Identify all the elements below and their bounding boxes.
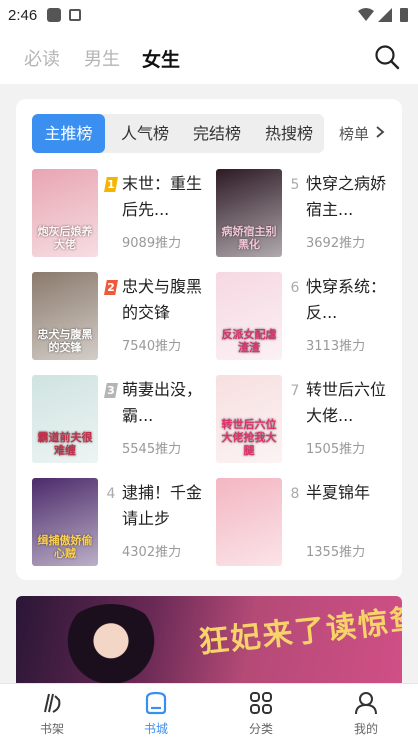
book-cover[interactable]: 炮灰后娘养大佬 <box>32 169 98 257</box>
search-icon[interactable] <box>374 44 400 70</box>
book-item[interactable]: 反派女配虐渣渣 6 快穿系统：反... 3113推力 <box>216 272 396 362</box>
category-icon <box>250 692 272 714</box>
status-icons <box>358 8 408 22</box>
keyboard-icon <box>69 9 82 21</box>
book-title[interactable]: 逮捕！千金请止步 <box>122 480 204 532</box>
book-cover[interactable] <box>216 478 282 566</box>
more-lists-link[interactable]: 榜单 <box>339 123 369 144</box>
book-title[interactable]: 快穿系统：反... <box>306 274 388 326</box>
bookshelf-icon <box>44 693 61 713</box>
rank-badge: 1 <box>104 177 118 192</box>
book-item[interactable]: 缉捕傲娇偷心贼 4 逮捕！千金请止步 4302推力 <box>32 478 212 568</box>
signal-icon <box>378 8 392 22</box>
book-cover[interactable]: 反派女配虐渣渣 <box>216 272 282 360</box>
nav-bookshelf[interactable]: 书架 <box>17 690 87 737</box>
book-item[interactable]: 炮灰后娘养大佬 1 末世：重生后先... 9089推力 <box>32 169 212 259</box>
book-item[interactable]: 病娇宿主别黑化 5 快穿之病娇宿主... 3692推力 <box>216 169 396 259</box>
book-item[interactable]: 转世后六位大佬抢我大腿 7 转世后六位大佬... 1505推力 <box>216 375 396 465</box>
bottom-nav: 书架 书城 分类 我的 <box>0 683 418 743</box>
book-item[interactable]: 忠犬与腹黑的交锋 2 忠犬与腹黑的交锋 7540推力 <box>32 272 212 362</box>
book-cover-title: 炮灰后娘养大佬 <box>37 225 93 251</box>
book-cover[interactable]: 转世后六位大佬抢我大腿 <box>216 375 282 463</box>
book-title[interactable]: 快穿之病娇宿主... <box>306 171 388 223</box>
book-recommend-count: 9089推力 <box>122 236 182 251</box>
promo-banner[interactable]: 狂妃来了读惊鸳 <box>16 596 402 688</box>
book-item[interactable]: 8 半夏锦年 1355推力 <box>216 478 396 568</box>
ranking-card: 主推榜 人气榜 完结榜 热搜榜 榜单 炮灰后娘养大佬 1 末世：重生后先... 908… <box>16 99 402 580</box>
book-cover-title: 缉捕傲娇偷心贼 <box>37 534 93 560</box>
chevron-right-icon[interactable] <box>373 125 387 139</box>
rank-number: 8 <box>290 486 300 502</box>
category-tabs: 主推榜 人气榜 完结榜 热搜榜 <box>32 114 324 153</box>
book-title[interactable]: 转世后六位大佬... <box>306 377 388 429</box>
tab-must-read[interactable]: 必读 <box>24 45 60 71</box>
book-cover[interactable]: 忠犬与腹黑的交锋 <box>32 272 98 360</box>
book-recommend-count: 3692推力 <box>306 236 366 251</box>
book-recommend-count: 4302推力 <box>122 545 182 560</box>
banner-figure <box>56 604 166 688</box>
top-nav: 必读 男生 女生 <box>0 30 418 84</box>
book-recommend-count: 1505推力 <box>306 442 366 457</box>
tab-main-recommend[interactable]: 主推榜 <box>32 114 105 153</box>
book-cover-title: 病娇宿主别黑化 <box>221 225 277 251</box>
book-recommend-count: 1355推力 <box>306 545 366 560</box>
book-recommend-count: 7540推力 <box>122 339 182 354</box>
book-cover-title: 转世后六位大佬抢我大腿 <box>221 418 277 457</box>
book-cover-title: 反派女配虐渣渣 <box>221 328 277 354</box>
notification-icon <box>47 8 62 22</box>
rank-number: 6 <box>290 280 300 296</box>
nav-bookstore-label: 书城 <box>143 722 168 736</box>
book-cover[interactable]: 病娇宿主别黑化 <box>216 169 282 257</box>
tab-hot-search[interactable]: 热搜榜 <box>253 114 325 153</box>
nav-bookshelf-label: 书架 <box>39 722 64 736</box>
book-item[interactable]: 霸道前夫很难缠 3 萌妻出没，霸... 5545推力 <box>32 375 212 465</box>
battery-icon <box>400 8 408 22</box>
book-cover-title: 霸道前夫很难缠 <box>37 431 93 457</box>
book-cover[interactable]: 霸道前夫很难缠 <box>32 375 98 463</box>
banner-text: 狂妃来了读惊鸳 <box>197 602 402 661</box>
book-recommend-count: 5545推力 <box>122 442 182 457</box>
nav-profile-label: 我的 <box>353 722 378 736</box>
book-recommend-count: 3113推力 <box>306 339 366 354</box>
status-time: 2:46 <box>8 6 38 24</box>
book-title[interactable]: 忠犬与腹黑的交锋 <box>122 274 204 326</box>
tab-popularity[interactable]: 人气榜 <box>109 114 181 153</box>
tab-completed[interactable]: 完结榜 <box>181 114 253 153</box>
rank-number: 5 <box>290 177 300 193</box>
rank-number: 4 <box>106 486 116 502</box>
rank-number: 7 <box>290 383 300 399</box>
book-title[interactable]: 半夏锦年 <box>306 480 388 506</box>
rank-badge: 2 <box>104 280 118 295</box>
book-title[interactable]: 萌妻出没，霸... <box>122 377 204 429</box>
book-cover-title: 忠犬与腹黑的交锋 <box>37 328 93 354</box>
nav-category-label: 分类 <box>248 722 273 736</box>
profile-icon <box>355 692 377 715</box>
rank-badge: 3 <box>104 383 118 398</box>
nav-bookstore[interactable]: 书城 <box>121 690 191 737</box>
bookstore-icon <box>145 691 167 715</box>
tab-male[interactable]: 男生 <box>84 45 120 71</box>
book-title[interactable]: 末世：重生后先... <box>122 171 204 223</box>
nav-category[interactable]: 分类 <box>226 690 296 737</box>
book-cover[interactable]: 缉捕傲娇偷心贼 <box>32 478 98 566</box>
status-bar: 2:46 <box>0 0 418 30</box>
wifi-icon <box>358 8 374 21</box>
tab-female[interactable]: 女生 <box>142 45 180 72</box>
nav-profile[interactable]: 我的 <box>331 690 401 737</box>
